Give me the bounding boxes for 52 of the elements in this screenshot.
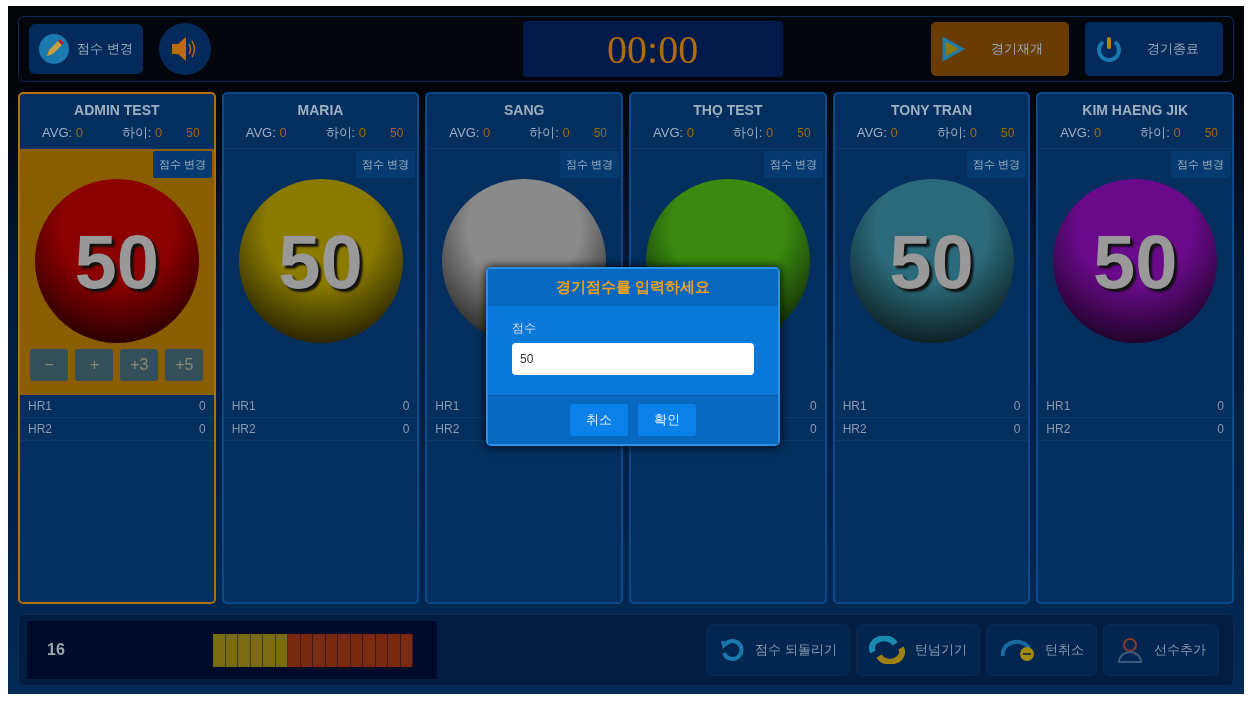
high-stat: 하이: 0: [1140, 124, 1181, 142]
target-score: 50: [1204, 126, 1219, 140]
average-stat: AVG: 0: [449, 125, 491, 140]
run-value: 0: [402, 422, 410, 436]
run-value: 0: [199, 399, 206, 413]
player-name: MARIA: [296, 101, 345, 118]
target-score: 50: [593, 126, 607, 140]
high-stat: 하이: 0: [936, 124, 977, 142]
high-stat: 하이: 0: [325, 124, 366, 142]
player-name: SANG: [502, 101, 546, 118]
run-label: HR1: [435, 399, 460, 413]
high-stat: 하이: 0: [121, 124, 163, 142]
score-ball: 50: [849, 179, 1014, 343]
target-score: 50: [390, 126, 404, 140]
run-value: 0: [1013, 422, 1021, 436]
player-name: TONY TRAN: [889, 101, 974, 118]
run-value: 0: [199, 422, 206, 436]
target-score: 50: [1001, 126, 1015, 140]
score-ball: 50: [238, 179, 403, 343]
run-value: 0: [1217, 422, 1225, 436]
high-stat: 하이: 0: [529, 124, 570, 142]
run-value: 0: [1013, 399, 1021, 413]
run-value: 0: [810, 399, 817, 413]
run-label: HR1: [1046, 399, 1071, 413]
score-ball: 50: [1053, 179, 1218, 343]
inning-count: 16: [47, 641, 66, 659]
field-label: 점수: [512, 320, 537, 337]
run-label: HR2: [435, 422, 460, 436]
timer: 00:00: [522, 21, 783, 77]
run-label: HR1: [842, 399, 867, 413]
dialog-title: 경기점수를 입력하세요: [488, 269, 778, 306]
run-value: 0: [1217, 399, 1225, 413]
average-stat: AVG: 0: [245, 125, 287, 140]
run-value: 0: [810, 422, 817, 436]
average-stat: AVG: 0: [1060, 125, 1102, 140]
run-label: HR2: [1046, 422, 1071, 436]
player-name: THỌ TEST: [692, 101, 764, 118]
run-label: HR1: [231, 399, 256, 413]
target-score: 50: [797, 126, 811, 140]
player-name: ADMIN TEST: [73, 101, 161, 118]
run-label: HR2: [842, 422, 867, 436]
score-ball: 50: [34, 179, 199, 343]
high-stat: 하이: 0: [732, 124, 774, 142]
target-score: 50: [186, 126, 200, 140]
run-label: HR2: [28, 422, 52, 436]
average-stat: AVG: 0: [653, 125, 694, 140]
player-name: KIM HAENG JIK: [1081, 101, 1190, 118]
run-label: HR2: [231, 422, 256, 436]
average-stat: AVG: 0: [42, 125, 83, 140]
run-label: HR1: [28, 399, 52, 413]
average-stat: AVG: 0: [856, 125, 898, 140]
run-value: 0: [402, 399, 410, 413]
